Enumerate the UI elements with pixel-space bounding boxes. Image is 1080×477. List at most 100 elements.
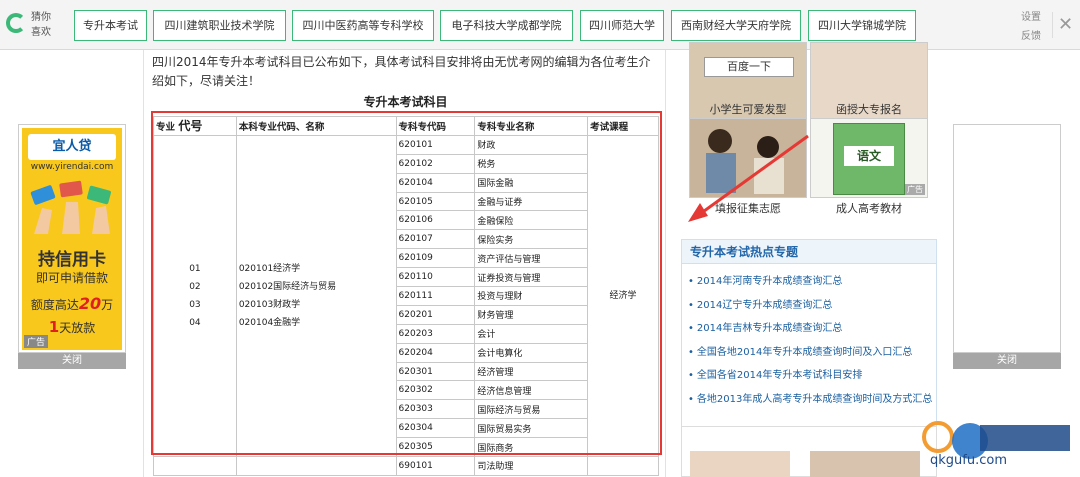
empty-cell xyxy=(235,456,397,476)
header-exam-course: 考试课程 xyxy=(587,116,659,136)
promo-image[interactable] xyxy=(810,451,920,477)
textbook-cover: 语文 xyxy=(833,123,905,195)
guess-label: 猜你喜欢 xyxy=(31,12,51,38)
feedback-link[interactable]: 反馈 xyxy=(1016,27,1046,46)
hands-with-cards-icon xyxy=(30,180,111,234)
specialty-name: 证券投资与管理 xyxy=(474,267,589,288)
ad-label: 广告 xyxy=(24,335,49,348)
specialty-name: 投资与理财 xyxy=(474,286,589,306)
header-specialty-name: 专科专业名称 xyxy=(474,116,589,136)
article-intro: 四川2014年专升本考试科目已公布如下，具体考试科目安排将由无忧考网的编辑为各位… xyxy=(152,55,651,88)
hot-topic-link[interactable]: • 全国各省2014年专升本考试科目安排 xyxy=(688,364,936,388)
specialty-name: 经济管理 xyxy=(474,361,589,382)
table-body: 01 02 03 04 020101经济学 020102国际经济与贸易 0201… xyxy=(153,134,659,476)
people-photo-icon xyxy=(690,119,806,197)
specialty-code: 620304 xyxy=(395,418,476,439)
specialty-name: 税务 xyxy=(474,153,589,174)
right-ad[interactable] xyxy=(953,124,1061,353)
thumb-caption[interactable]: 函授大专报名 xyxy=(809,101,929,117)
specialty-code: 620105 xyxy=(395,191,476,212)
specialty-name: 经济信息管理 xyxy=(474,380,589,401)
thumb-caption[interactable]: 填报征集志愿 xyxy=(688,200,808,216)
exam-course-cell: 经济学 xyxy=(587,134,659,458)
tag-uestc-chengdu[interactable]: 电子科技大学成都学院 xyxy=(440,10,573,41)
ad-subline: 即可申请借款 xyxy=(35,271,108,285)
promo-image[interactable] xyxy=(690,451,790,477)
table-row: 690101 司法助理 xyxy=(153,456,659,476)
ad-limit: 额度高达20万 xyxy=(30,294,114,313)
specialty-code: 620203 xyxy=(395,323,476,344)
specialty-code: 690101 xyxy=(395,456,476,476)
major-codes-cell: 01 02 03 04 xyxy=(153,134,237,458)
top-links: 设置 反馈 xyxy=(1016,8,1046,46)
hot-topics-title: 专升本考试热点专题 xyxy=(682,240,936,264)
specialty-code: 620111 xyxy=(395,286,476,306)
specialty-name: 金融保险 xyxy=(474,210,589,231)
hot-topic-link[interactable]: • 各地2013年成人高考专升本成绩查询时间及方式汇总 xyxy=(688,388,936,412)
hot-topic-link[interactable]: • 2014辽宁专升本成绩查询汇总 xyxy=(688,294,936,318)
header-major-code: 专业 代号 xyxy=(153,116,237,136)
header-undergrad-major: 本科专业代码、名称 xyxy=(235,116,397,136)
specialty-name: 财政 xyxy=(474,134,589,155)
tag-sichuan-architecture[interactable]: 四川建筑职业技术学院 xyxy=(153,10,286,41)
tag-swufe-tianfu[interactable]: 西南财经大学天府学院 xyxy=(671,10,801,41)
article-body: 四川2014年专升本考试科目已公布如下，具体考试科目安排将由无忧考网的编辑为各位… xyxy=(143,50,666,477)
tag-sichuan-tcm[interactable]: 四川中医药高等专科学校 xyxy=(292,10,434,41)
settings-link[interactable]: 设置 xyxy=(1016,8,1046,27)
tag-scu-jincheng[interactable]: 四川大学锦城学院 xyxy=(808,10,916,41)
ad-banner[interactable]: 宜人贷 www.yirendai.com 持信用卡 即可申请借款 额度高达20万… xyxy=(22,128,122,350)
baidu-search-overlay: 百度一下 xyxy=(704,57,794,77)
specialty-code: 620110 xyxy=(395,267,476,288)
header-specialty-code: 专科专代码 xyxy=(395,116,476,136)
specialty-name: 国际金融 xyxy=(474,172,589,193)
ad-site: www.yirendai.com xyxy=(30,162,114,172)
table-row: 01 02 03 04 020101经济学 020102国际经济与贸易 0201… xyxy=(153,134,659,458)
specialty-name: 国际贸易实务 xyxy=(474,418,589,439)
specialty-name: 资产评估与管理 xyxy=(474,248,589,269)
exam-subject-table: 专业 代号 本科专业代码、名称 专科专代码 专科专业名称 考试课程 01 02 … xyxy=(153,116,659,476)
specialty-name: 国际经济与贸易 xyxy=(474,399,589,420)
hot-topic-link[interactable]: • 2014年吉林专升本成绩查询汇总 xyxy=(688,317,936,341)
empty-cell xyxy=(153,456,237,476)
specialty-code: 620107 xyxy=(395,229,476,250)
specialty-name: 国际商务 xyxy=(474,437,589,458)
thumb-volunteer[interactable] xyxy=(689,118,807,198)
thumb-textbook[interactable]: 语文 广告 xyxy=(810,118,928,198)
tag-sichuan-normal[interactable]: 四川师范大学 xyxy=(580,10,664,41)
specialty-name: 会计电算化 xyxy=(474,342,589,363)
specialty-code: 620102 xyxy=(395,153,476,174)
specialty-name: 会计 xyxy=(474,323,589,344)
table-title: 专升本考试科目 xyxy=(363,95,448,109)
watermark-text: qkgufu.com xyxy=(930,453,1007,468)
thumb-caption[interactable]: 成人高考教材 xyxy=(809,200,929,216)
left-ad-close-button[interactable]: 关闭 xyxy=(18,353,126,369)
specialty-code: 620302 xyxy=(395,380,476,401)
specialty-name: 司法助理 xyxy=(474,456,589,476)
hot-topic-link[interactable]: • 2014年河南专升本成绩查询汇总 xyxy=(688,270,936,294)
thumb-caption[interactable]: 小学生可爱发型 xyxy=(688,101,808,117)
ad-label: 广告 xyxy=(905,184,925,195)
hot-topic-link[interactable]: • 全国各地2014年专升本成绩查询时间及入口汇总 xyxy=(688,341,936,365)
right-sidebar: 百度一下 小学生可爱发型 函授大专报名 填报征集志愿 语文 广告 成人高考教材 … xyxy=(681,42,939,477)
specialty-name: 保险实务 xyxy=(474,229,589,250)
ad-fast: 1天放款 xyxy=(48,318,96,336)
hot-topics-list: • 2014年河南专升本成绩查询汇总 • 2014辽宁专升本成绩查询汇总 • 2014… xyxy=(682,264,936,411)
tag-zhuanshengben[interactable]: 专升本考试 xyxy=(74,10,147,41)
close-icon[interactable]: ✕ xyxy=(1052,12,1078,38)
specialty-code: 620204 xyxy=(395,342,476,363)
specialty-code: 620104 xyxy=(395,172,476,193)
specialty-code: 620303 xyxy=(395,399,476,420)
specialty-code: 620106 xyxy=(395,210,476,231)
right-ad-close-button[interactable]: 关闭 xyxy=(953,353,1061,369)
specialty-code: 620301 xyxy=(395,361,476,382)
specialty-name: 金融与证券 xyxy=(474,191,589,212)
left-ad[interactable]: 宜人贷 www.yirendai.com 持信用卡 即可申请借款 额度高达20万… xyxy=(18,124,126,353)
specialty-code: 620101 xyxy=(395,134,476,155)
specialty-code: 620201 xyxy=(395,304,476,325)
bottom-promo-box[interactable] xyxy=(681,426,937,477)
undergrad-majors-cell: 020101经济学 020102国际经济与贸易 020103财政学 020104… xyxy=(235,134,397,458)
empty-cell xyxy=(587,456,659,476)
table-header-row: 专业 代号 本科专业代码、名称 专科专代码 专科专业名称 考试课程 xyxy=(153,116,659,136)
ad-headline: 持信用卡 xyxy=(38,250,106,270)
specialty-code: 620109 xyxy=(395,248,476,269)
